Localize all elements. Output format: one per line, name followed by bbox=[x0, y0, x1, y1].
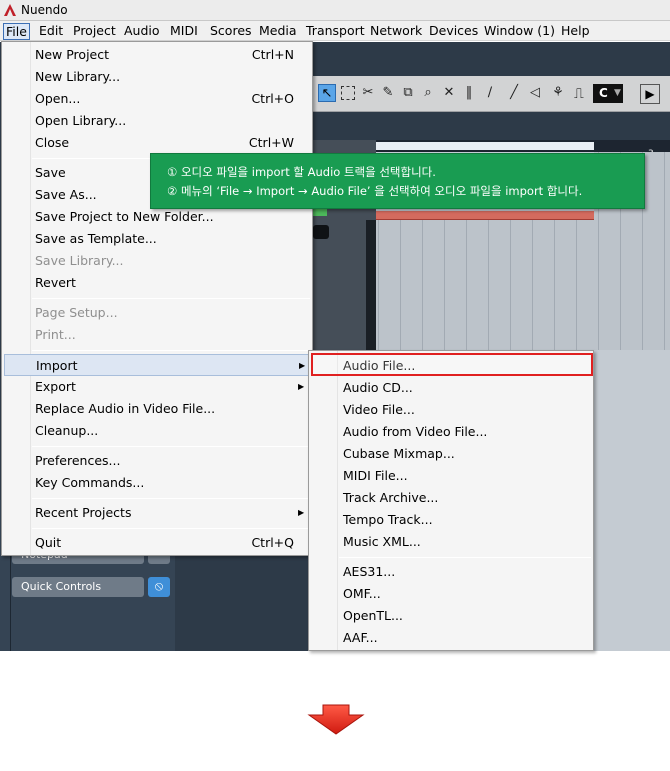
submenu-item-track-archive[interactable]: Track Archive... bbox=[309, 487, 593, 509]
menu-transport[interactable]: Transport bbox=[306, 23, 365, 40]
menu-window[interactable]: Window (1) bbox=[484, 23, 555, 40]
menu-item-import[interactable]: Import ▶ bbox=[4, 354, 310, 376]
menu-item-new-library[interactable]: New Library... bbox=[2, 66, 312, 88]
menu-item-open[interactable]: Open... Ctrl+O bbox=[2, 88, 312, 110]
inspector-quick-controls[interactable]: Quick Controls bbox=[12, 577, 144, 597]
submenu-item-video-file[interactable]: Video File... bbox=[309, 399, 593, 421]
submenu-item-tempo-track[interactable]: Tempo Track... bbox=[309, 509, 593, 531]
erase-tool-icon[interactable]: ✕ bbox=[440, 84, 458, 102]
menu-file[interactable]: File bbox=[3, 23, 30, 40]
menu-audio[interactable]: Audio bbox=[124, 23, 160, 40]
menu-item-replace-audio-in-video[interactable]: Replace Audio in Video File... bbox=[2, 398, 312, 420]
menu-help[interactable]: Help bbox=[561, 23, 590, 40]
file-menu: New Project Ctrl+N New Library... Open...… bbox=[1, 41, 313, 556]
menu-item-print: Print... bbox=[35, 327, 76, 342]
split-tool-icon[interactable]: ✂ bbox=[359, 84, 377, 102]
submenu-item-opentl[interactable]: OpenTL... bbox=[309, 605, 593, 627]
menu-project[interactable]: Project bbox=[73, 23, 116, 40]
instruction-callout: ① 오디오 파일을 import 할 Audio 트랙을 선택합니다. ② 메뉴… bbox=[150, 153, 645, 209]
pointer-tool-icon[interactable]: ↖ bbox=[318, 84, 336, 102]
menu-item-recent-projects[interactable]: Recent Projects ▶ bbox=[2, 502, 312, 524]
menu-separator bbox=[32, 498, 310, 499]
submenu-item-audio-from-video[interactable]: Audio from Video File... bbox=[309, 421, 593, 443]
submenu-arrow-icon: ▶ bbox=[298, 508, 305, 517]
snap-dropdown-icon[interactable]: ▼ bbox=[614, 84, 621, 103]
submenu-item-music-xml[interactable]: Music XML... bbox=[309, 531, 593, 553]
glue-tool-icon[interactable]: ⧉ bbox=[399, 84, 417, 102]
menu-bar: File Edit Project Audio MIDI Scores Medi… bbox=[0, 21, 670, 41]
inspector-divider bbox=[10, 556, 11, 651]
menu-item-revert[interactable]: Revert bbox=[2, 272, 312, 294]
menu-separator bbox=[32, 350, 310, 351]
speaker-tool-icon[interactable]: ◁ bbox=[526, 84, 544, 102]
menu-item-quit[interactable]: Quit Ctrl+Q bbox=[2, 532, 312, 554]
menu-separator bbox=[32, 298, 310, 299]
quick-controls-icon[interactable]: ⦸ bbox=[148, 577, 170, 597]
menu-separator bbox=[339, 557, 591, 558]
menu-devices[interactable]: Devices bbox=[429, 23, 478, 40]
menu-item-open-library[interactable]: Open Library... bbox=[2, 110, 312, 132]
loop-range[interactable] bbox=[376, 142, 594, 150]
callout-step-2: ② 메뉴의 ‘File → Import → Audio File’ 을 선택하… bbox=[167, 184, 583, 198]
menu-scores[interactable]: Scores bbox=[210, 23, 252, 40]
draw-tool-icon[interactable]: ✎ bbox=[379, 84, 397, 102]
line-tool-icon[interactable]: ╱ bbox=[505, 84, 523, 102]
track-divider bbox=[366, 220, 376, 350]
down-arrow-icon bbox=[307, 704, 365, 735]
submenu-item-cubase-mixmap[interactable]: Cubase Mixmap... bbox=[309, 443, 593, 465]
callout-step-1: ① 오디오 파일을 import 할 Audio 트랙을 선택합니다. bbox=[167, 165, 436, 179]
nuendo-logo-icon bbox=[4, 4, 16, 16]
submenu-item-audio-file[interactable]: Audio File... bbox=[309, 355, 593, 377]
title-bar: Nuendo bbox=[0, 0, 670, 21]
nudge-tool-icon[interactable]: ▶ bbox=[640, 84, 660, 104]
mute-tool-icon[interactable]: ‖ bbox=[460, 84, 478, 102]
submenu-item-midi-file[interactable]: MIDI File... bbox=[309, 465, 593, 487]
submenu-arrow-icon: ▶ bbox=[299, 361, 306, 370]
menu-item-new-project[interactable]: New Project Ctrl+N bbox=[2, 44, 312, 66]
submenu-item-audio-cd[interactable]: Audio CD... bbox=[309, 377, 593, 399]
menu-item-save-library: Save Library... bbox=[35, 253, 124, 268]
submenu-item-aaf[interactable]: AAF... bbox=[309, 627, 593, 649]
menu-separator bbox=[32, 446, 310, 447]
submenu-item-omf[interactable]: OMF... bbox=[309, 583, 593, 605]
menu-item-save-as-template[interactable]: Save as Template... bbox=[2, 228, 312, 250]
menu-network[interactable]: Network bbox=[370, 23, 422, 40]
import-submenu: Audio File... Audio CD... Video File... … bbox=[308, 350, 594, 651]
menu-item-page-setup: Page Setup... bbox=[35, 305, 118, 320]
menu-midi[interactable]: MIDI bbox=[170, 23, 198, 40]
window-title: Nuendo bbox=[21, 3, 68, 17]
menu-item-export[interactable]: Export ▶ bbox=[2, 376, 312, 398]
range-select-tool-icon[interactable] bbox=[341, 86, 355, 100]
submenu-item-aes31[interactable]: AES31... bbox=[309, 561, 593, 583]
track-monitor-button[interactable] bbox=[313, 225, 329, 239]
zoom-tool-icon[interactable]: ⌕ bbox=[419, 84, 437, 102]
menu-edit[interactable]: Edit bbox=[39, 23, 63, 40]
menu-item-close[interactable]: Close Ctrl+W bbox=[2, 132, 312, 154]
snap-type-icon[interactable]: ⎍ bbox=[574, 86, 584, 102]
menu-media[interactable]: Media bbox=[259, 23, 297, 40]
color-tool-icon[interactable]: ⚘ bbox=[549, 84, 567, 102]
submenu-arrow-icon: ▶ bbox=[298, 382, 305, 391]
menu-item-preferences[interactable]: Preferences... bbox=[2, 450, 312, 472]
menu-item-key-commands[interactable]: Key Commands... bbox=[2, 472, 312, 494]
pencil-tool-icon[interactable]: ∕ bbox=[481, 84, 499, 102]
menu-item-cleanup[interactable]: Cleanup... bbox=[2, 420, 312, 442]
menu-item-save-to-new-folder[interactable]: Save Project to New Folder... bbox=[2, 206, 312, 228]
menu-separator bbox=[32, 528, 310, 529]
audio-event[interactable] bbox=[376, 211, 594, 220]
